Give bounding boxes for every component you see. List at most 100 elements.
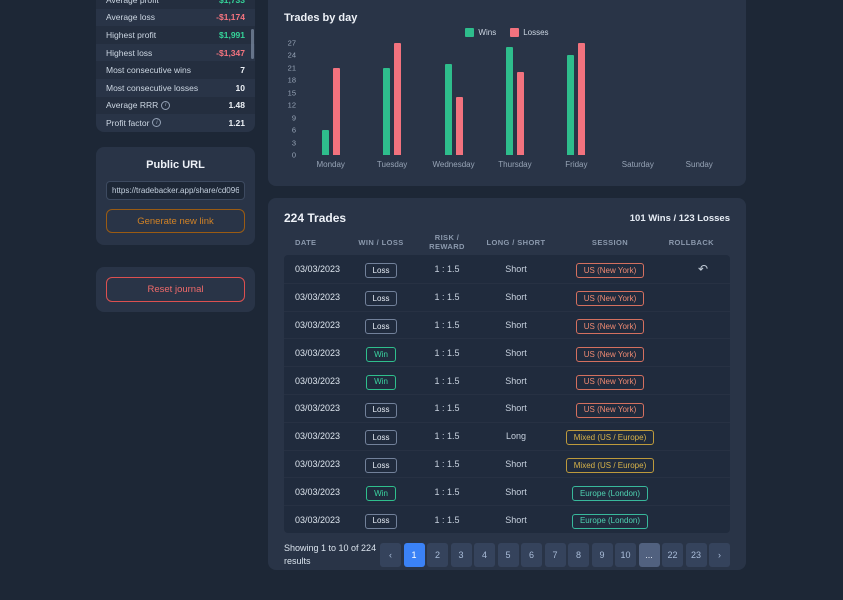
page-prev-button[interactable]: ‹ — [380, 543, 401, 568]
page-1-button[interactable]: 1 — [403, 543, 425, 568]
y-axis-tick: 6 — [291, 125, 296, 135]
stat-value: 7 — [240, 65, 245, 76]
result-badge: Loss — [364, 430, 398, 446]
table-row[interactable]: 03/03/2023 Loss 1 : 1.5 Short US (New York) — [284, 311, 730, 339]
table-row[interactable]: 03/03/2023 Loss 1 : 1.5 Short US (New York) — [284, 394, 730, 422]
reset-journal-button[interactable]: Reset journal — [106, 277, 245, 302]
table-row[interactable]: 03/03/2023 Loss 1 : 1.5 Short Mixed (US / Eu… — [284, 450, 730, 478]
stat-row: Average profit $1,733 — [96, 0, 255, 9]
stat-row: Highest loss -$1,347 — [96, 44, 255, 62]
trades-count-title: 224 Trades — [284, 211, 347, 225]
table-footer: Showing 1 to 10 of 224 results ‹ 1 2 3 4 5 6 7 8… — [284, 542, 730, 569]
page-2-button[interactable]: 2 — [427, 543, 448, 568]
info-icon[interactable]: i — [152, 118, 162, 128]
table-row[interactable]: 03/03/2023 Loss 1 : 1.5 Short US (New York) ↶ — [284, 255, 730, 283]
risk-reward: 1 : 1.5 — [434, 514, 460, 525]
result-badge: Win — [366, 486, 396, 502]
y-axis-tick: 3 — [291, 138, 296, 148]
legend-item-wins: Wins — [465, 28, 496, 37]
bar-group-thursday: Thursday — [484, 43, 545, 169]
direction: Short — [505, 403, 527, 414]
losses-bar — [455, 96, 463, 155]
session-badge: Europe (London) — [571, 513, 649, 529]
bars — [383, 43, 402, 155]
risk-reward: 1 : 1.5 — [434, 486, 460, 497]
direction: Short — [505, 514, 527, 525]
stats-panel: Average profit $1,733 Average loss -$1,174 H… — [96, 0, 255, 132]
result-badge: Loss — [364, 513, 398, 529]
page-9-button[interactable]: 9 — [591, 543, 613, 568]
result-cell: Win — [346, 371, 416, 390]
bars — [321, 67, 340, 155]
stat-value: -$1,347 — [216, 47, 245, 58]
session-badge: US (New York) — [575, 263, 645, 279]
losses-bar — [332, 67, 340, 155]
result-cell: Loss — [346, 455, 416, 474]
rollback-button[interactable]: ↶ — [698, 262, 708, 276]
result-badge: Win — [366, 347, 396, 363]
legend-item-losses: Losses — [510, 28, 549, 37]
trade-date: 03/03/2023 — [295, 347, 341, 358]
page-23-button[interactable]: 23 — [685, 543, 707, 568]
legend-label: Wins — [478, 28, 497, 37]
losses-bar — [578, 43, 586, 155]
x-axis-label: Thursday — [498, 160, 532, 169]
public-url-title: Public URL — [146, 159, 205, 171]
results-summary: Showing 1 to 10 of 224 results — [284, 542, 377, 567]
stat-value: $1,733 — [219, 0, 245, 5]
stat-label: Profit factor i — [106, 118, 162, 128]
page-6-button[interactable]: 6 — [521, 543, 542, 568]
page-8-button[interactable]: 8 — [568, 543, 589, 568]
y-axis-tick: 24 — [287, 50, 296, 60]
bars — [567, 43, 586, 155]
stat-label: Highest loss — [106, 47, 153, 58]
result-cell: Loss — [346, 510, 416, 529]
page-ellipsis-button[interactable]: ... — [638, 543, 660, 568]
reset-journal-panel: Reset journal — [96, 267, 255, 312]
plot-area: Monday Tuesday Wednesday Thursday Friday Satu… — [300, 43, 730, 169]
direction: Short — [505, 375, 527, 386]
public-url-input[interactable] — [106, 181, 245, 200]
wins-bar — [383, 67, 391, 155]
stats-list: Average profit $1,733 Average loss -$1,174 H… — [96, 0, 255, 132]
table-row[interactable]: 03/03/2023 Loss 1 : 1.5 Short US (New York) — [284, 283, 730, 311]
result-badge: Loss — [364, 458, 398, 474]
session-cell: US (New York) — [554, 288, 666, 307]
page-4-button[interactable]: 4 — [474, 543, 495, 568]
page-7-button[interactable]: 7 — [544, 543, 566, 568]
losses-bar — [394, 43, 402, 155]
result-cell: Loss — [346, 288, 416, 307]
result-cell: Win — [346, 344, 416, 363]
risk-reward: 1 : 1.5 — [434, 375, 460, 386]
page-3-button[interactable]: 3 — [450, 543, 472, 568]
y-axis-tick: 9 — [291, 113, 296, 123]
session-badge: US (New York) — [575, 347, 645, 363]
page-5-button[interactable]: 5 — [497, 543, 519, 568]
wins-bar — [321, 130, 329, 155]
bar-chart: 0 3 6 9 12 15 18 21 24 27 Monday Tuesday Wednesday T… — [284, 39, 730, 175]
trade-date: 03/03/2023 — [295, 319, 341, 330]
info-icon[interactable]: i — [161, 100, 171, 110]
generate-link-button[interactable]: Generate new link — [106, 209, 245, 233]
table-row[interactable]: 03/03/2023 Win 1 : 1.5 Short US (New York) — [284, 338, 730, 366]
scrollbar-thumb[interactable] — [251, 29, 254, 59]
table-row[interactable]: 03/03/2023 Win 1 : 1.5 Short Europe (London) — [284, 477, 730, 505]
result-cell: Loss — [346, 260, 416, 279]
table-row[interactable]: 03/03/2023 Win 1 : 1.5 Short US (New York) — [284, 366, 730, 394]
stat-value: 10 — [235, 82, 245, 93]
page-next-button[interactable]: › — [709, 543, 730, 568]
trade-date: 03/03/2023 — [295, 375, 341, 386]
session-badge: Mixed (US / Europe) — [565, 430, 655, 446]
table-row[interactable]: 03/03/2023 Loss 1 : 1.5 Long Mixed (US / Eur… — [284, 422, 730, 450]
page-10-button[interactable]: 10 — [615, 543, 636, 568]
page-22-button[interactable]: 22 — [662, 543, 683, 568]
direction: Short — [505, 347, 527, 358]
table-row[interactable]: 03/03/2023 Loss 1 : 1.5 Short Europe (London… — [284, 505, 730, 533]
risk-reward: 1 : 1.5 — [434, 347, 460, 358]
session-badge: US (New York) — [575, 402, 645, 418]
legend-swatch — [465, 28, 475, 37]
stat-label: Most consecutive losses — [106, 82, 199, 93]
x-axis-label: Monday — [316, 160, 345, 169]
column-header: RISK / REWARD — [429, 233, 465, 251]
risk-reward: 1 : 1.5 — [434, 292, 460, 303]
